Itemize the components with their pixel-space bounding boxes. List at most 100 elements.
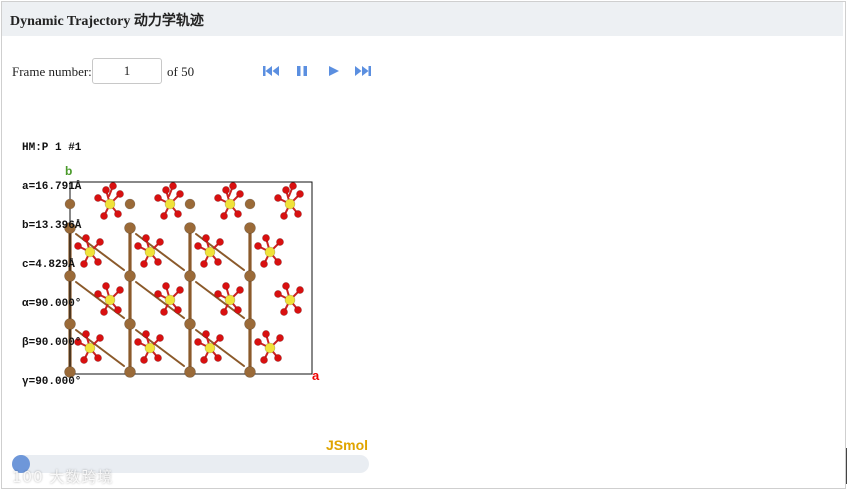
oxygen-atom [216,238,224,246]
oxygen-atom [154,354,162,362]
oxygen-atom [94,354,102,362]
first-frame-button[interactable] [262,63,280,79]
sulfur-atom [284,198,296,210]
oxygen-atom [154,194,162,202]
sulfur-atom [104,198,116,210]
play-button[interactable] [325,63,343,79]
bond [99,347,125,367]
oxygen-atom [96,334,104,342]
cell-gamma: γ=90.000° [22,376,82,388]
skip-to-start-icon [263,66,279,76]
oxygen-atom [174,210,182,218]
cell-space-group: HM:P 1 #1 [22,142,82,154]
metal-atom [244,366,256,378]
oxygen-atom [94,194,102,202]
sulfur-atom [164,198,176,210]
oxygen-atom [154,258,162,266]
metal-atom [124,198,136,210]
oxygen-atom [282,186,290,194]
oxygen-atom [202,330,210,338]
metal-atom [184,318,196,330]
oxygen-atom [260,356,268,364]
metal-atom [184,270,196,282]
oxygen-atom [276,238,284,246]
oxygen-atom [289,182,297,190]
oxygen-atom [160,308,168,316]
page-title: Dynamic Trajectory 动力学轨迹 [10,14,204,29]
oxygen-atom [222,282,230,290]
oxygen-atom [276,334,284,342]
oxygen-atom [254,338,262,346]
oxygen-atom [100,212,108,220]
oxygen-atom [282,282,290,290]
oxygen-atom [280,212,288,220]
oxygen-atom [96,238,104,246]
oxygen-atom [294,306,302,314]
watermark-logo: 100 [12,468,44,486]
oxygen-atom [274,354,282,362]
oxygen-atom [134,242,142,250]
oxygen-atom [260,260,268,268]
jsmol-logo: JSmol [326,437,369,453]
oxygen-atom [220,212,228,220]
metal-atom [184,222,196,234]
metal-atom [124,222,136,234]
oxygen-atom [94,290,102,298]
oxygen-atom [280,308,288,316]
oxygen-atom [194,242,202,250]
axis-a-label: a [312,368,320,383]
oxygen-atom [142,330,150,338]
metal-atom [244,198,256,210]
oxygen-atom [140,356,148,364]
sulfur-atom [104,294,116,306]
bond [159,251,185,271]
oxygen-atom [236,286,244,294]
sulfur-atom [264,342,276,354]
sulfur-atom [224,198,236,210]
oxygen-atom [214,258,222,266]
oxygen-atom [274,194,282,202]
metal-atom [244,318,256,330]
oxygen-atom [162,186,170,194]
oxygen-atom [294,210,302,218]
watermark: 100 大数跨境 [12,466,113,487]
bond [219,251,245,271]
pause-button[interactable] [293,63,311,79]
metal-atom [124,318,136,330]
oxygen-atom [262,330,270,338]
metal-atom [124,366,136,378]
frame-number-input[interactable] [92,58,162,84]
oxygen-atom [80,356,88,364]
oxygen-atom [154,290,162,298]
oxygen-atom [100,308,108,316]
oxygen-atom [176,286,184,294]
sulfur-atom [84,342,96,354]
cell-alpha: α=90.000° [22,298,82,310]
cell-a: a=16.791Å [22,181,82,193]
cell-c: c=4.829Å [22,259,75,271]
oxygen-atom [229,182,237,190]
sulfur-atom [264,246,276,258]
oxygen-atom [142,234,150,242]
oxygen-atom [236,190,244,198]
unit-cell-info: HM:P 1 #1 a=16.791Å b=13.396Å c=4.829Å α… [22,116,81,415]
frame-number-label: Frame number: [12,64,92,79]
oxygen-atom [202,234,210,242]
cell-b: b=13.396Å [22,220,82,232]
molecule-viewer[interactable]: HM:P 1 #1 a=16.791Å b=13.396Å c=4.829Å α… [15,106,365,456]
oxygen-atom [162,282,170,290]
sulfur-atom [204,342,216,354]
oxygen-atom [156,334,164,342]
title-bar: Dynamic Trajectory 动力学轨迹 [2,2,843,36]
last-frame-button[interactable] [354,63,372,79]
sulfur-atom [144,246,156,258]
oxygen-atom [254,242,262,250]
oxygen-atom [80,260,88,268]
sulfur-atom [144,342,156,354]
oxygen-atom [220,308,228,316]
sulfur-atom [204,246,216,258]
oxygen-atom [214,194,222,202]
sulfur-atom [224,294,236,306]
oxygen-atom [234,306,242,314]
sulfur-atom [284,294,296,306]
